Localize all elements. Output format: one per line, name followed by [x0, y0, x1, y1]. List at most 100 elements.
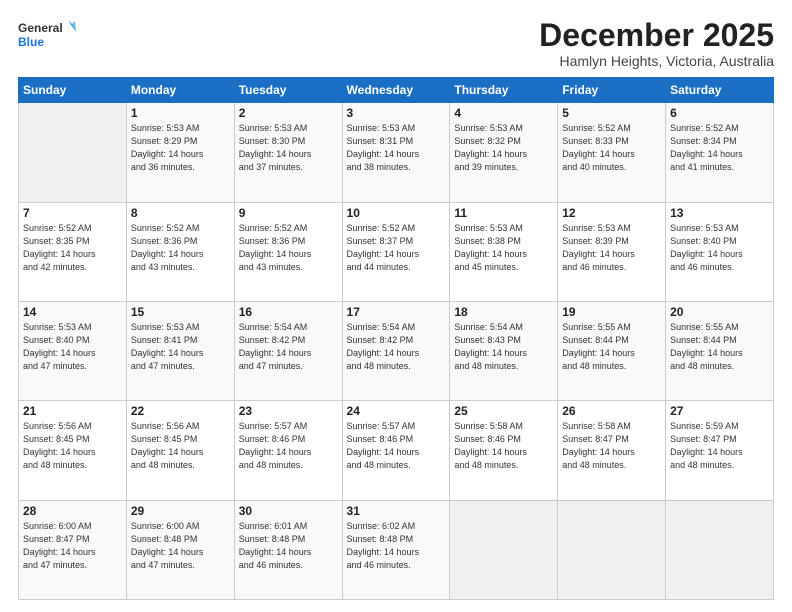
day-info: Sunrise: 5:53 AM Sunset: 8:41 PM Dayligh… [131, 321, 230, 373]
calendar-cell: 30 Sunrise: 6:01 AM Sunset: 8:48 PM Dayli… [234, 500, 342, 599]
week-row-1: 1 Sunrise: 5:53 AM Sunset: 8:29 PM Daylig… [19, 103, 774, 202]
title-block: December 2025 Hamlyn Heights, Victoria, … [539, 18, 774, 69]
day-info: Sunrise: 5:54 AM Sunset: 8:43 PM Dayligh… [454, 321, 553, 373]
calendar-cell: 7Sunrise: 5:52 AM Sunset: 8:35 PM Daylig… [19, 202, 127, 301]
day-number: 30 [239, 504, 338, 518]
day-number: 8 [131, 206, 230, 220]
day-info: Sunrise: 5:57 AM Sunset: 8:46 PM Dayligh… [239, 420, 338, 472]
calendar-cell [666, 500, 774, 599]
calendar-cell: 12 Sunrise: 5:53 AM Sunset: 8:39 PM Dayli… [558, 202, 666, 301]
day-info: Sunrise: 5:53 AM Sunset: 8:29 PM Dayligh… [131, 122, 230, 174]
day-number: 13 [670, 206, 769, 220]
day-number: 16 [239, 305, 338, 319]
calendar-table: SundayMondayTuesdayWednesdayThursdayFrid… [18, 77, 774, 600]
weekday-header-thursday: Thursday [450, 78, 558, 103]
day-info: Sunrise: 5:56 AM Sunset: 8:45 PM Dayligh… [23, 420, 122, 472]
day-number: 28 [23, 504, 122, 518]
weekday-header-wednesday: Wednesday [342, 78, 450, 103]
weekday-header-monday: Monday [126, 78, 234, 103]
day-number: 17 [347, 305, 446, 319]
day-info: Sunrise: 5:59 AM Sunset: 8:47 PM Dayligh… [670, 420, 769, 472]
calendar-cell: 19 Sunrise: 5:55 AM Sunset: 8:44 PM Dayli… [558, 301, 666, 400]
calendar-cell: 18 Sunrise: 5:54 AM Sunset: 8:43 PM Dayli… [450, 301, 558, 400]
day-number: 1 [131, 106, 230, 120]
day-info: Sunrise: 6:02 AM Sunset: 8:48 PM Dayligh… [347, 520, 446, 572]
week-row-3: 14Sunrise: 5:53 AM Sunset: 8:40 PM Dayli… [19, 301, 774, 400]
calendar-cell: 24 Sunrise: 5:57 AM Sunset: 8:46 PM Dayli… [342, 401, 450, 500]
day-info: Sunrise: 5:52 AM Sunset: 8:37 PM Dayligh… [347, 222, 446, 274]
day-number: 2 [239, 106, 338, 120]
day-info: Sunrise: 6:01 AM Sunset: 8:48 PM Dayligh… [239, 520, 338, 572]
calendar-cell: 11 Sunrise: 5:53 AM Sunset: 8:38 PM Dayli… [450, 202, 558, 301]
day-info: Sunrise: 5:55 AM Sunset: 8:44 PM Dayligh… [562, 321, 661, 373]
day-number: 14 [23, 305, 122, 319]
calendar-cell: 1 Sunrise: 5:53 AM Sunset: 8:29 PM Daylig… [126, 103, 234, 202]
day-number: 25 [454, 404, 553, 418]
day-info: Sunrise: 6:00 AM Sunset: 8:48 PM Dayligh… [131, 520, 230, 572]
calendar-cell: 22 Sunrise: 5:56 AM Sunset: 8:45 PM Dayli… [126, 401, 234, 500]
day-info: Sunrise: 5:55 AM Sunset: 8:44 PM Dayligh… [670, 321, 769, 373]
weekday-header-row: SundayMondayTuesdayWednesdayThursdayFrid… [19, 78, 774, 103]
day-info: Sunrise: 5:52 AM Sunset: 8:34 PM Dayligh… [670, 122, 769, 174]
calendar-cell [450, 500, 558, 599]
calendar-cell: 21Sunrise: 5:56 AM Sunset: 8:45 PM Dayli… [19, 401, 127, 500]
day-number: 19 [562, 305, 661, 319]
calendar-cell: 15 Sunrise: 5:53 AM Sunset: 8:41 PM Dayli… [126, 301, 234, 400]
calendar-cell: 29 Sunrise: 6:00 AM Sunset: 8:48 PM Dayli… [126, 500, 234, 599]
day-info: Sunrise: 5:52 AM Sunset: 8:33 PM Dayligh… [562, 122, 661, 174]
weekday-header-friday: Friday [558, 78, 666, 103]
day-number: 24 [347, 404, 446, 418]
day-info: Sunrise: 5:53 AM Sunset: 8:40 PM Dayligh… [670, 222, 769, 274]
calendar-cell: 8 Sunrise: 5:52 AM Sunset: 8:36 PM Daylig… [126, 202, 234, 301]
day-number: 12 [562, 206, 661, 220]
day-info: Sunrise: 5:53 AM Sunset: 8:39 PM Dayligh… [562, 222, 661, 274]
svg-text:Blue: Blue [18, 35, 44, 49]
day-number: 20 [670, 305, 769, 319]
day-number: 27 [670, 404, 769, 418]
calendar-cell: 4Sunrise: 5:53 AM Sunset: 8:32 PM Daylig… [450, 103, 558, 202]
day-number: 11 [454, 206, 553, 220]
day-info: Sunrise: 5:57 AM Sunset: 8:46 PM Dayligh… [347, 420, 446, 472]
week-row-4: 21Sunrise: 5:56 AM Sunset: 8:45 PM Dayli… [19, 401, 774, 500]
day-number: 15 [131, 305, 230, 319]
day-number: 29 [131, 504, 230, 518]
logo: General Blue [18, 18, 78, 56]
day-info: Sunrise: 5:53 AM Sunset: 8:32 PM Dayligh… [454, 122, 553, 174]
day-info: Sunrise: 5:52 AM Sunset: 8:36 PM Dayligh… [131, 222, 230, 274]
day-info: Sunrise: 5:53 AM Sunset: 8:30 PM Dayligh… [239, 122, 338, 174]
day-info: Sunrise: 5:58 AM Sunset: 8:46 PM Dayligh… [454, 420, 553, 472]
calendar-cell: 14Sunrise: 5:53 AM Sunset: 8:40 PM Dayli… [19, 301, 127, 400]
day-number: 26 [562, 404, 661, 418]
subtitle: Hamlyn Heights, Victoria, Australia [539, 53, 774, 69]
calendar-cell: 26 Sunrise: 5:58 AM Sunset: 8:47 PM Dayli… [558, 401, 666, 500]
calendar-cell: 27 Sunrise: 5:59 AM Sunset: 8:47 PM Dayli… [666, 401, 774, 500]
week-row-5: 28Sunrise: 6:00 AM Sunset: 8:47 PM Dayli… [19, 500, 774, 599]
day-number: 7 [23, 206, 122, 220]
weekday-header-tuesday: Tuesday [234, 78, 342, 103]
main-title: December 2025 [539, 18, 774, 53]
calendar-cell: 6Sunrise: 5:52 AM Sunset: 8:34 PM Daylig… [666, 103, 774, 202]
day-number: 31 [347, 504, 446, 518]
calendar-cell: 5 Sunrise: 5:52 AM Sunset: 8:33 PM Daylig… [558, 103, 666, 202]
calendar-cell: 16 Sunrise: 5:54 AM Sunset: 8:42 PM Dayli… [234, 301, 342, 400]
calendar-cell [19, 103, 127, 202]
calendar-cell: 31 Sunrise: 6:02 AM Sunset: 8:48 PM Dayli… [342, 500, 450, 599]
calendar-cell: 13 Sunrise: 5:53 AM Sunset: 8:40 PM Dayli… [666, 202, 774, 301]
calendar-cell: 9 Sunrise: 5:52 AM Sunset: 8:36 PM Daylig… [234, 202, 342, 301]
calendar-cell: 3Sunrise: 5:53 AM Sunset: 8:31 PM Daylig… [342, 103, 450, 202]
day-info: Sunrise: 5:53 AM Sunset: 8:38 PM Dayligh… [454, 222, 553, 274]
day-number: 22 [131, 404, 230, 418]
day-number: 23 [239, 404, 338, 418]
day-info: Sunrise: 5:54 AM Sunset: 8:42 PM Dayligh… [239, 321, 338, 373]
day-number: 18 [454, 305, 553, 319]
calendar-cell: 28Sunrise: 6:00 AM Sunset: 8:47 PM Dayli… [19, 500, 127, 599]
day-info: Sunrise: 5:52 AM Sunset: 8:36 PM Dayligh… [239, 222, 338, 274]
day-info: Sunrise: 5:58 AM Sunset: 8:47 PM Dayligh… [562, 420, 661, 472]
svg-text:General: General [18, 21, 63, 35]
day-number: 9 [239, 206, 338, 220]
day-number: 5 [562, 106, 661, 120]
calendar-cell: 25 Sunrise: 5:58 AM Sunset: 8:46 PM Dayli… [450, 401, 558, 500]
weekday-header-sunday: Sunday [19, 78, 127, 103]
calendar-cell: 2 Sunrise: 5:53 AM Sunset: 8:30 PM Daylig… [234, 103, 342, 202]
day-info: Sunrise: 5:56 AM Sunset: 8:45 PM Dayligh… [131, 420, 230, 472]
